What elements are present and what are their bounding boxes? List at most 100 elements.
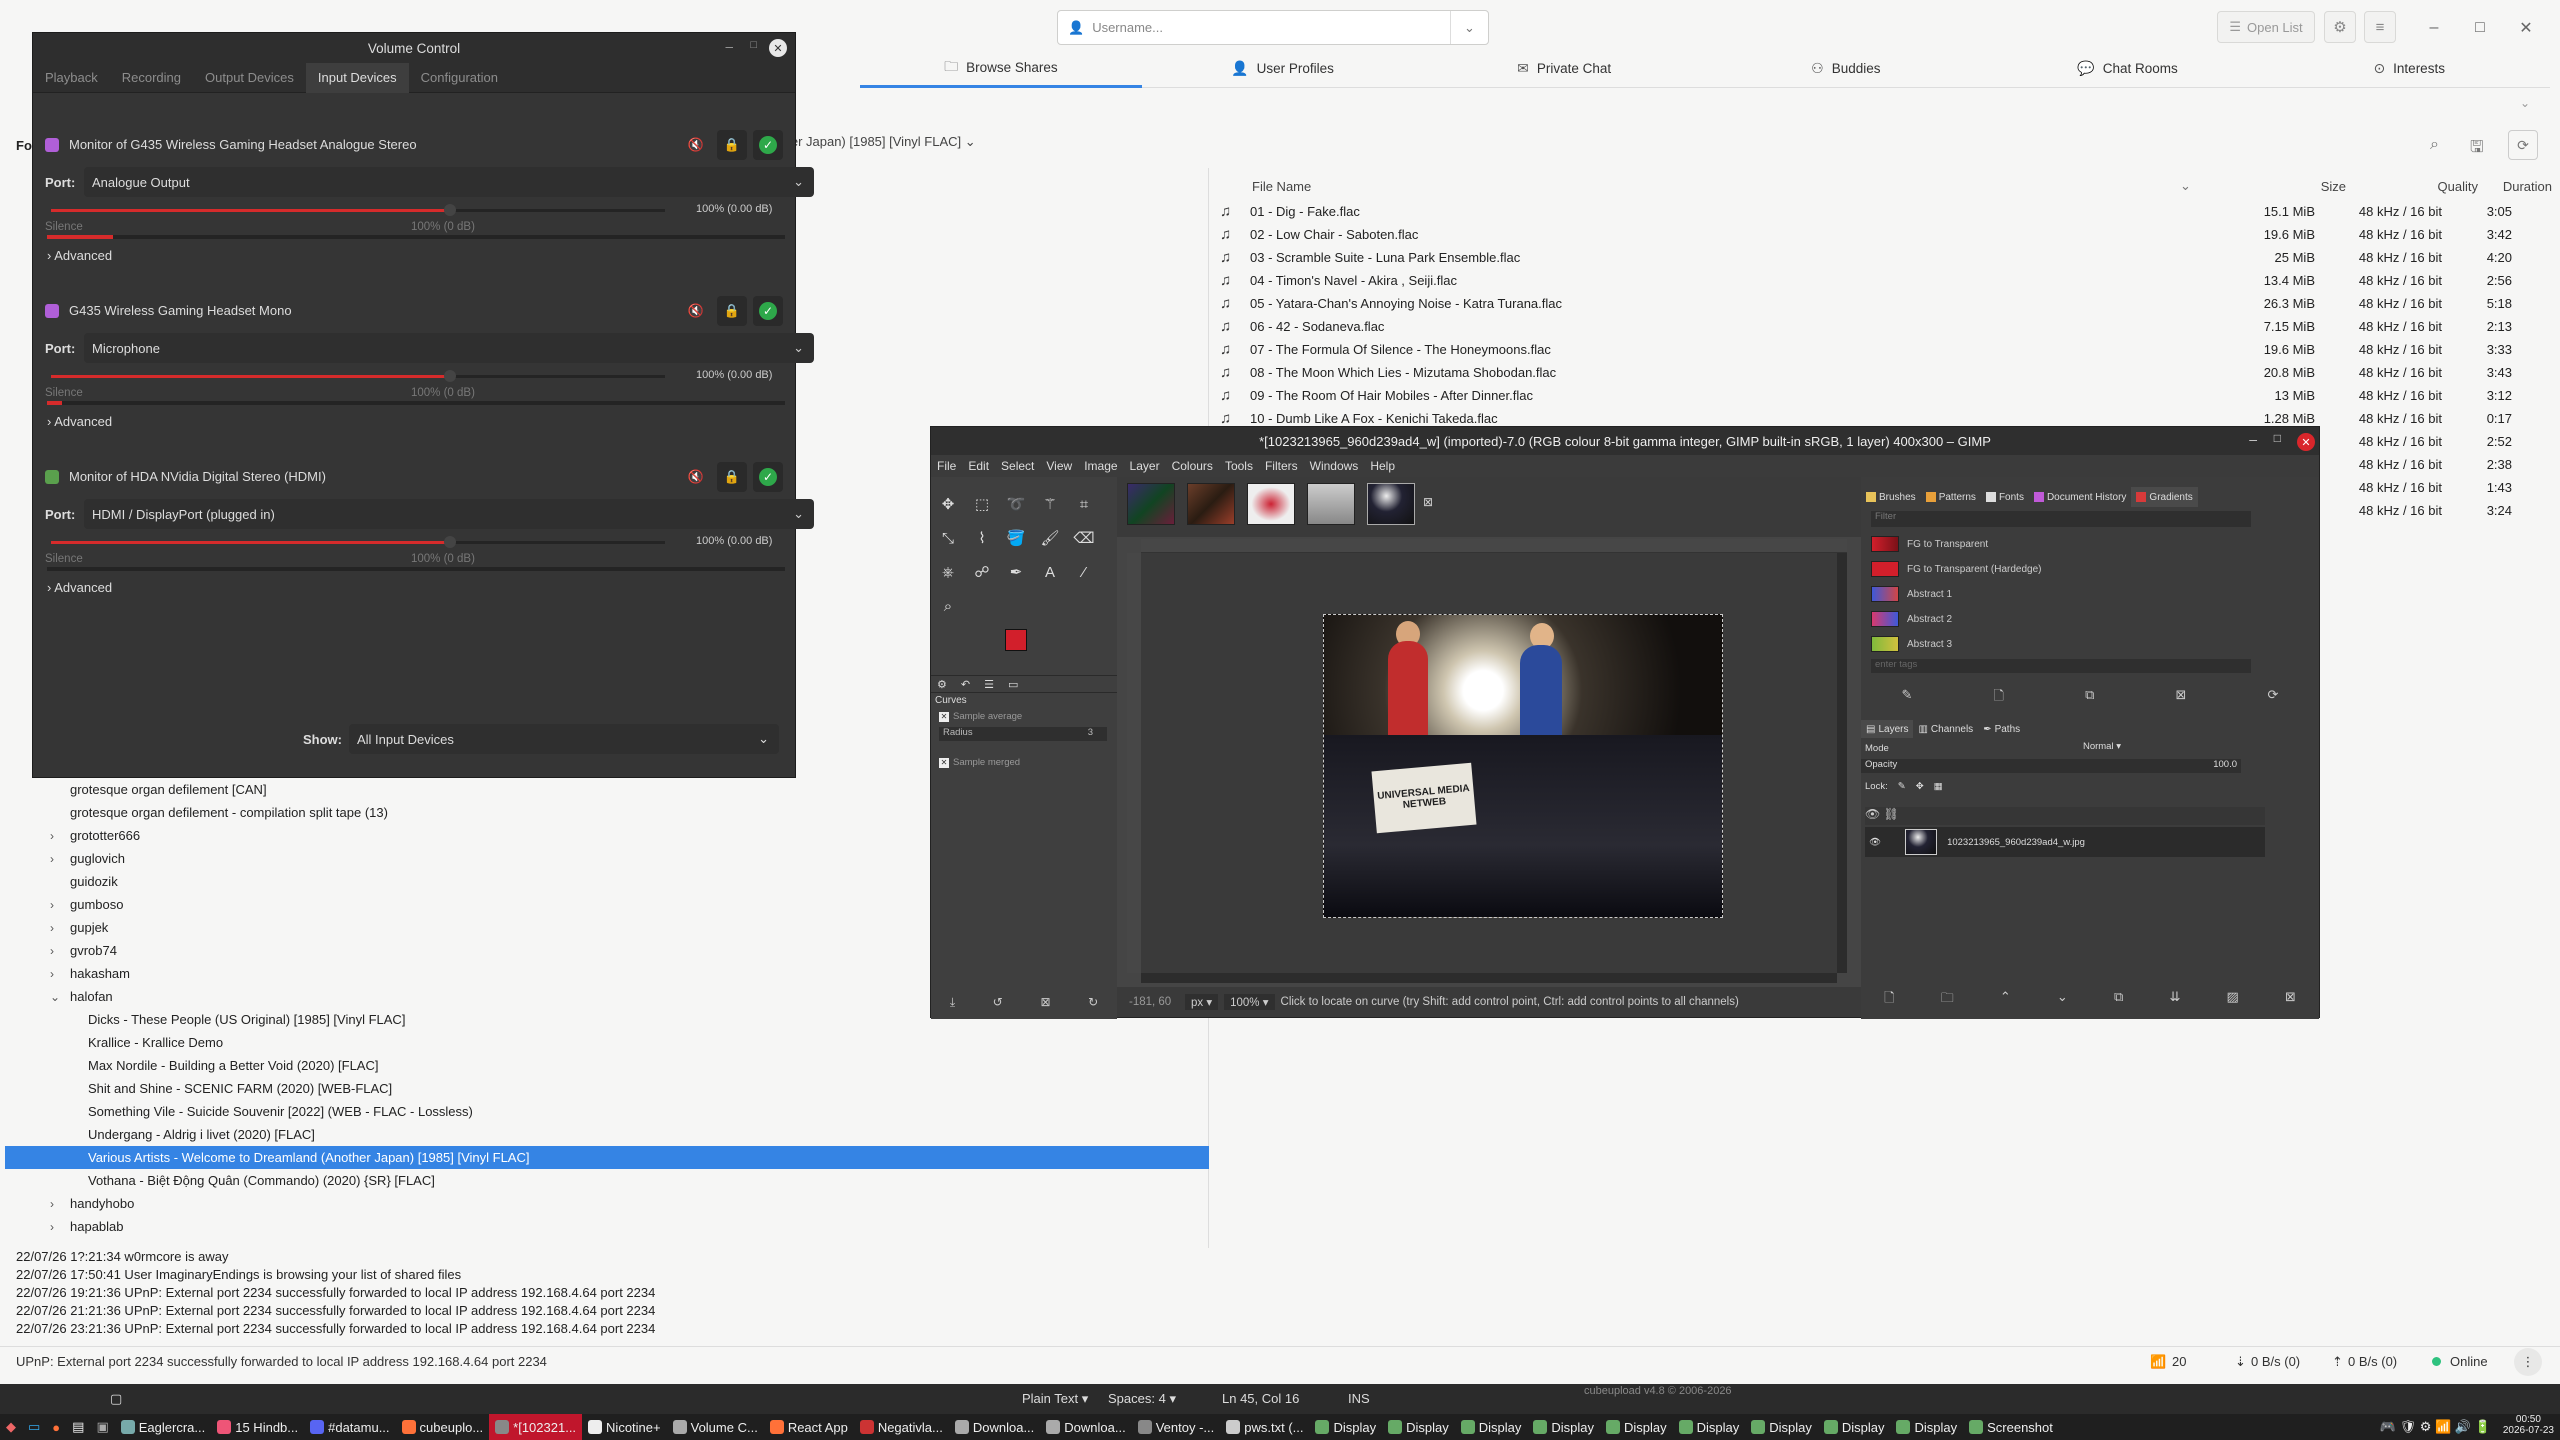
taskbar-item[interactable]: pws.txt (... xyxy=(1220,1414,1309,1440)
duration-header[interactable]: Duration xyxy=(2488,179,2552,194)
volume-title-bar[interactable]: Volume Control – □ ✕ xyxy=(33,33,795,63)
taskbar-item[interactable]: React App xyxy=(764,1414,854,1440)
text-tool-icon[interactable]: A xyxy=(1037,559,1063,585)
gear-icon[interactable]: ⚙ xyxy=(2324,11,2356,43)
taskbar-item[interactable]: Downloa... xyxy=(1040,1414,1131,1440)
tab-brushes[interactable]: Brushes xyxy=(1861,487,1921,507)
taskbar-item[interactable]: Nicotine+ xyxy=(582,1414,667,1440)
taskbar-item[interactable]: Display xyxy=(1309,1414,1382,1440)
image-thumbnail[interactable] xyxy=(1307,483,1355,525)
advanced-expander[interactable]: › Advanced xyxy=(47,414,112,429)
gradient-item[interactable]: FG to Transparent (Hardedge) xyxy=(1871,558,2042,580)
tree-item[interactable]: guidozik xyxy=(70,870,118,893)
file-row[interactable]: ♫ 06 - 42 - Sodaneva.flac 7.15 MiB 48 kHz /… xyxy=(1220,315,2560,338)
gradient-item[interactable]: Abstract 3 xyxy=(1871,633,1952,655)
minimize-icon[interactable]: – xyxy=(2249,431,2257,447)
tab-recording[interactable]: Recording xyxy=(110,63,193,93)
sort-chevron-icon[interactable]: ⌄ xyxy=(2180,178,2191,194)
image-thumbnail[interactable] xyxy=(1247,483,1295,525)
sidebar-toggle-icon[interactable]: ▢ xyxy=(110,1391,122,1407)
tab-playback[interactable]: Playback xyxy=(33,63,110,93)
image-thumbnail[interactable] xyxy=(1187,483,1235,525)
volume-slider[interactable] xyxy=(51,536,665,548)
undo-history-icon[interactable]: ↶ xyxy=(961,678,970,691)
eraser-icon[interactable]: ⌫ xyxy=(1071,525,1097,551)
duplicate-layer-icon[interactable]: ⧉ xyxy=(2114,989,2123,1015)
menu-filters[interactable]: Filters xyxy=(1259,459,1304,473)
volume-slider[interactable] xyxy=(51,204,665,216)
default-check-icon[interactable]: ✓ xyxy=(753,296,783,326)
reset-icon[interactable]: ↻ xyxy=(1088,995,1098,1009)
lock-pixels-icon[interactable]: ✎ xyxy=(1898,781,1906,792)
tree-item[interactable]: › gumboso xyxy=(50,893,123,916)
file-row[interactable]: ♫ 05 - Yatara-Chan's Annoying Noise - Kat… xyxy=(1220,292,2560,315)
layer-row[interactable]: 👁 1023213965_960d239ad4_w.jpg xyxy=(1865,827,2265,857)
username-input[interactable]: 👤 Username... ⌄ xyxy=(1057,10,1489,45)
delete-icon[interactable]: ⊠ xyxy=(1040,995,1050,1009)
menu-edit[interactable]: Edit xyxy=(962,459,995,473)
close-icon[interactable]: ✕ xyxy=(2297,433,2315,451)
tab-chat-rooms[interactable]: 💬 Chat Rooms xyxy=(1986,50,2269,88)
files-icon[interactable]: ▤ xyxy=(66,1414,90,1440)
refresh-icon[interactable]: ⟳ xyxy=(2508,130,2538,160)
close-icon[interactable]: ✕ xyxy=(2506,8,2546,48)
taskbar-item[interactable]: Eaglercra... xyxy=(115,1414,211,1440)
more-icon[interactable]: ⋮ xyxy=(2514,1348,2542,1376)
online-status[interactable]: Online xyxy=(2450,1354,2488,1369)
delete-layer-icon[interactable]: ⊠ xyxy=(2285,989,2296,1015)
tree-item[interactable]: Dicks - These People (US Original) [1985… xyxy=(88,1008,405,1031)
opacity-field[interactable]: Opacity 100.0 xyxy=(1861,759,2241,773)
tab-input-devices[interactable]: Input Devices xyxy=(305,62,409,93)
file-row[interactable]: ♫ 07 - The Formula Of Silence - The Honey… xyxy=(1220,338,2560,361)
mute-icon[interactable]: 🔇 xyxy=(681,137,711,153)
tree-item[interactable]: grotesque organ defilement - compilation… xyxy=(70,801,388,824)
delete-gradient-icon[interactable]: ⊠ xyxy=(2175,687,2186,711)
brush-icon[interactable]: 🖌 xyxy=(1037,525,1063,551)
port-select[interactable]: HDMI / DisplayPort (plugged in) ⌄ xyxy=(84,499,814,529)
taskbar-item[interactable]: *[102321... xyxy=(489,1414,583,1440)
menu-file[interactable]: File xyxy=(931,459,962,473)
image-photo[interactable]: UNIVERSAL MEDIA NETWEB xyxy=(1323,614,1723,918)
tab-buddies[interactable]: ⚇ Buddies xyxy=(1705,50,1987,88)
chevron-right-icon[interactable]: › xyxy=(50,1197,54,1211)
menu-view[interactable]: View xyxy=(1040,459,1078,473)
lower-layer-icon[interactable]: ⌄ xyxy=(2057,989,2068,1015)
horizontal-scrollbar[interactable] xyxy=(1141,973,1837,983)
gradient-item[interactable]: FG to Transparent xyxy=(1871,533,1988,555)
slider-knob[interactable] xyxy=(444,370,457,382)
tab-patterns[interactable]: Patterns xyxy=(1921,487,1981,507)
mute-icon[interactable]: 🔇 xyxy=(681,303,711,319)
show-select[interactable]: All Input Devices ⌄ xyxy=(349,724,779,754)
chevron-down-icon[interactable]: ⌄ xyxy=(50,990,60,1004)
new-gradient-icon[interactable]: 🗋 xyxy=(1994,687,2004,711)
indent-select[interactable]: Spaces: 4 ▾ xyxy=(1108,1391,1176,1407)
restore-icon[interactable]: ↺ xyxy=(993,995,1003,1009)
tab-output-devices[interactable]: Output Devices xyxy=(193,63,306,93)
vertical-scrollbar[interactable] xyxy=(1837,553,1847,973)
tab-configuration[interactable]: Configuration xyxy=(409,63,510,93)
tree-item[interactable]: › hakasham xyxy=(50,962,130,985)
tree-item[interactable]: › gupjek xyxy=(50,916,108,939)
zoom-select[interactable]: 100% ▾ xyxy=(1224,994,1275,1010)
chevron-right-icon[interactable]: › xyxy=(50,967,54,981)
taskbar-item[interactable]: cubeuplo... xyxy=(396,1414,490,1440)
gradient-filter-input[interactable]: Filter xyxy=(1871,511,2251,527)
duplicate-gradient-icon[interactable]: ⧉ xyxy=(2085,687,2094,711)
chevron-right-icon[interactable]: › xyxy=(50,898,54,912)
chevron-right-icon[interactable]: › xyxy=(50,921,54,935)
lock-icon[interactable]: 🔒 xyxy=(717,462,747,492)
sample-merged-checkbox[interactable]: ✕ Sample merged xyxy=(939,757,1020,768)
desktop-icon[interactable]: ▭ xyxy=(22,1414,46,1440)
mode-select[interactable]: Normal ▾ xyxy=(2061,741,2121,752)
zoom-icon[interactable]: ⌕ xyxy=(935,593,961,619)
mask-icon[interactable]: ▨ xyxy=(2227,989,2239,1015)
file-row[interactable]: ♫ 08 - The Moon Which Lies - Mizutama Sho… xyxy=(1220,361,2560,384)
image-thumbnail-active[interactable] xyxy=(1367,483,1415,525)
tree-item[interactable]: Krallice - Krallice Demo xyxy=(88,1031,223,1054)
slider-knob[interactable] xyxy=(444,536,457,548)
minimize-icon[interactable]: – xyxy=(2414,8,2454,48)
tree-item[interactable]: › guglovich xyxy=(50,847,125,870)
folder-path[interactable]: ther Japan) [1985] [Vinyl FLAC] ⌄ xyxy=(780,134,976,158)
language-select[interactable]: Plain Text ▾ xyxy=(1022,1391,1088,1407)
taskbar-item[interactable]: Display xyxy=(1673,1414,1746,1440)
